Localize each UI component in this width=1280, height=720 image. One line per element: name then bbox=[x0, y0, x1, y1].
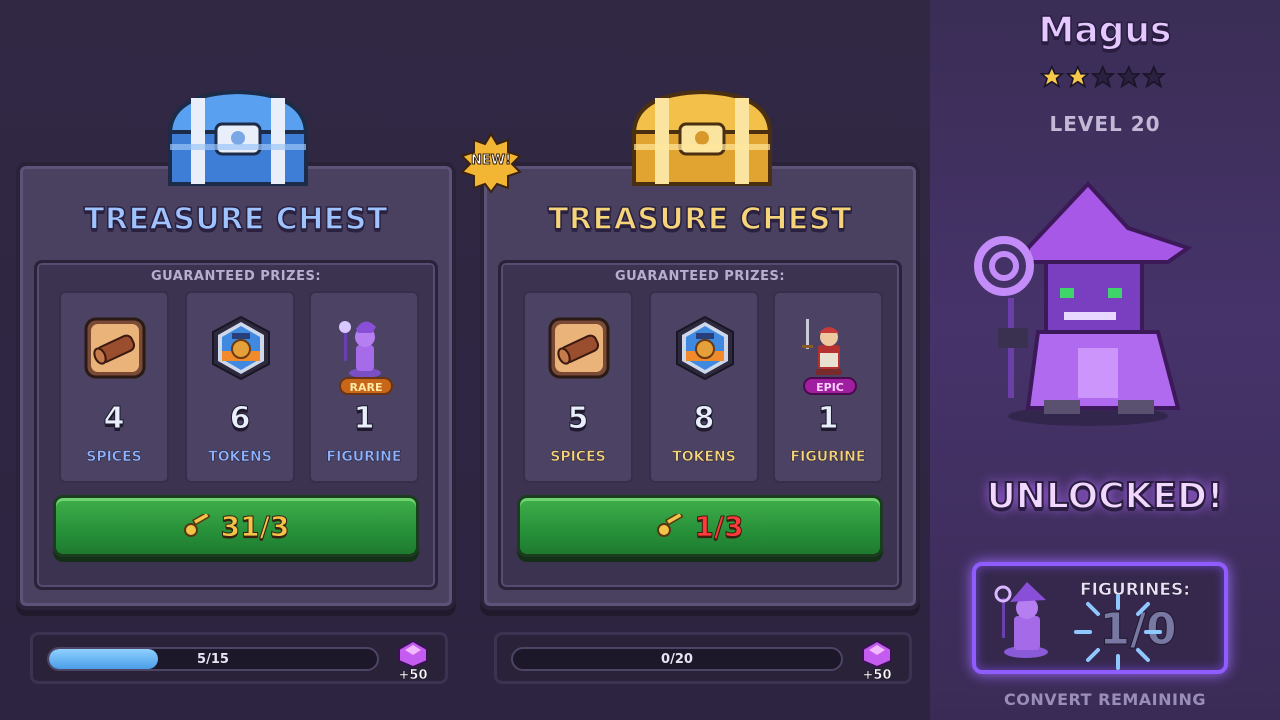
magus-hero-icon bbox=[974, 181, 1193, 426]
unlocked-status: UNLOCKED! bbox=[986, 475, 1225, 518]
prize-figurine: EPIC 1 FIGURINE bbox=[773, 291, 883, 483]
prize-label: FIGURINE bbox=[326, 449, 402, 466]
prize-count: 8 bbox=[693, 401, 715, 437]
key-count: 31/3 bbox=[220, 509, 290, 543]
gem-reward[interactable]: +50 bbox=[391, 637, 435, 684]
rarity-badge: RARE bbox=[339, 377, 393, 395]
key-count: 1/3 bbox=[694, 509, 744, 543]
token-badge-icon bbox=[676, 315, 734, 381]
gem-reward[interactable]: +50 bbox=[855, 637, 899, 684]
progress-bar: 5/15 bbox=[47, 647, 379, 671]
prize-label: TOKENS bbox=[208, 449, 272, 466]
prize-tokens: 8 TOKENS bbox=[649, 291, 759, 483]
key-icon bbox=[183, 514, 211, 537]
figurine-mage-icon bbox=[339, 321, 381, 378]
prize-label: FIGURINE bbox=[790, 449, 866, 466]
prize-figurine: RARE 1 FIGURINE bbox=[309, 291, 419, 483]
star-empty-icon bbox=[1116, 64, 1141, 89]
chest-title: TREASURE CHEST bbox=[83, 201, 388, 238]
prize-label: SPICES bbox=[86, 449, 142, 466]
progress-bar: 0/20 bbox=[511, 647, 843, 671]
rarity-badge: EPIC bbox=[803, 377, 857, 395]
prize-count: 6 bbox=[229, 401, 251, 437]
prize-label: TOKENS bbox=[672, 449, 736, 466]
spice-log-icon bbox=[84, 317, 146, 379]
prize-tokens: 6 TOKENS bbox=[185, 291, 295, 483]
convert-hint: CONVERT REMAINING bbox=[1003, 690, 1206, 709]
hero-level: LEVEL 20 bbox=[1049, 112, 1161, 136]
token-badge-icon bbox=[212, 315, 270, 381]
new-badge: NEW! bbox=[460, 132, 522, 194]
progress-text: 5/15 bbox=[197, 652, 229, 667]
prize-label: SPICES bbox=[550, 449, 606, 466]
prize-count: 5 bbox=[567, 401, 589, 437]
key-icon bbox=[657, 514, 684, 537]
prize-count: 1 bbox=[817, 401, 839, 437]
prize-spices: 5 SPICES bbox=[523, 291, 633, 483]
figurine-mage-icon bbox=[994, 582, 1048, 658]
figurines-panel[interactable]: FIGURINES: 1/0 bbox=[972, 562, 1228, 674]
chest-progress-1: 5/15 +50 bbox=[30, 632, 448, 684]
progress-text: 0/20 bbox=[661, 652, 693, 667]
guaranteed-prizes-panel: GUARANTEED PRIZES: 4 SPICES 6 TOKENS RAR… bbox=[34, 260, 438, 590]
guaranteed-prizes-panel: GUARANTEED PRIZES: 5 SPICES 8 TOKENS EPI… bbox=[498, 260, 902, 590]
gold-chest-icon bbox=[631, 89, 773, 186]
new-badge-text: NEW! bbox=[470, 153, 512, 169]
hero-name: Magus bbox=[1038, 9, 1172, 52]
prize-spices: 4 SPICES bbox=[59, 291, 169, 483]
gem-amount: +50 bbox=[862, 668, 892, 684]
gem-amount: +50 bbox=[398, 668, 428, 684]
prize-count: 1 bbox=[353, 401, 375, 437]
star-empty-icon bbox=[1142, 64, 1166, 89]
prize-count: 4 bbox=[103, 401, 125, 437]
blue-chest-icon bbox=[167, 89, 309, 186]
chest-title: TREASURE CHEST bbox=[547, 201, 852, 238]
star-filled-icon bbox=[1040, 64, 1064, 89]
guaranteed-prizes-label: GUARANTEED PRIZES: bbox=[150, 269, 322, 284]
star-rating bbox=[1040, 62, 1166, 96]
sparkle-burst-icon bbox=[1074, 594, 1162, 670]
chest-progress-2: 0/20 +50 bbox=[494, 632, 912, 684]
open-chest-button[interactable]: 31/3 bbox=[53, 495, 419, 557]
star-empty-icon bbox=[1091, 64, 1115, 89]
spice-log-icon bbox=[548, 317, 610, 379]
figurine-warrior-icon bbox=[802, 319, 842, 375]
treasure-chest-card-2: TREASURE CHEST GUARANTEED PRIZES: 5 SPIC… bbox=[480, 162, 920, 610]
star-filled-icon bbox=[1065, 64, 1090, 89]
open-chest-button[interactable]: 1/3 bbox=[517, 495, 883, 557]
treasure-chest-card-1: TREASURE CHEST GUARANTEED PRIZES: 4 SPIC… bbox=[16, 162, 456, 610]
guaranteed-prizes-label: GUARANTEED PRIZES: bbox=[614, 269, 786, 284]
gem-icon bbox=[398, 639, 428, 669]
gem-icon bbox=[862, 639, 892, 669]
